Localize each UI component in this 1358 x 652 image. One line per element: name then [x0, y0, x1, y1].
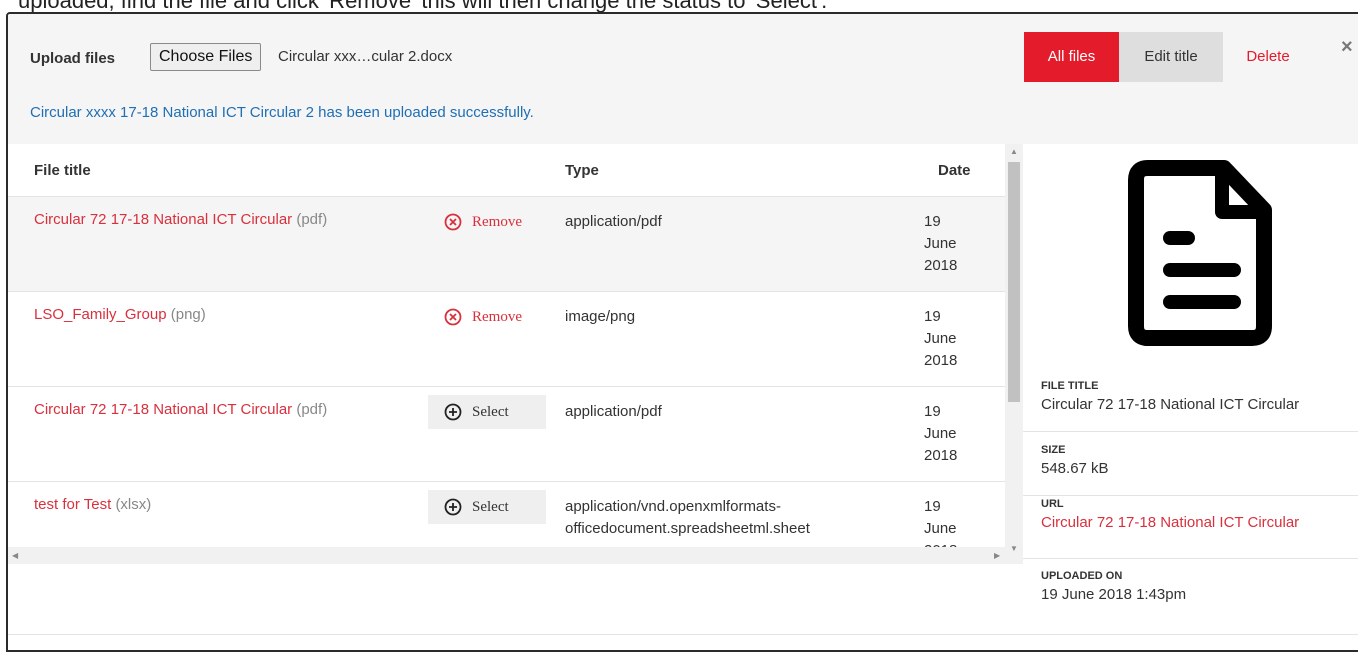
file-manager-modal: Upload files Choose Files Circular xxx…c…	[6, 12, 1358, 652]
tab-edit-title[interactable]: Edit title	[1119, 32, 1223, 82]
add-circle-icon	[444, 498, 462, 516]
file-table: File title Type Date Circular 72 17-18 N…	[8, 144, 1023, 564]
remove-button[interactable]: Remove	[428, 300, 546, 334]
column-header-date: Date	[938, 162, 971, 179]
column-header-title: File title	[34, 162, 91, 179]
choose-files-button[interactable]: Choose Files	[150, 43, 262, 71]
scroll-up-icon[interactable]: ▲	[1010, 147, 1018, 156]
table-body: Circular 72 17-18 National ICT Circular …	[8, 197, 1005, 547]
column-header-type: Type	[565, 162, 599, 179]
upload-files-label: Upload files	[30, 50, 116, 67]
modal-footer-divider	[8, 634, 1358, 635]
detail-uploaded-on: UPLOADED ON 19 June 2018 1:43pm	[1041, 570, 1187, 603]
file-title-link[interactable]: Circular 72 17-18 National ICT Circular …	[34, 401, 327, 418]
close-icon[interactable]: ×	[1341, 36, 1353, 59]
remove-circle-icon	[444, 308, 462, 326]
upload-toolbar: Upload files Choose Files Circular xxx…c…	[8, 14, 1358, 144]
table-header: File title Type Date	[8, 144, 1005, 197]
horizontal-scrollbar[interactable]: ◀ ▶	[8, 547, 1005, 564]
table-row[interactable]: LSO_Family_Group (png) Remove image/png …	[8, 292, 1005, 387]
scroll-left-icon[interactable]: ◀	[12, 551, 18, 560]
tab-delete[interactable]: Delete	[1223, 32, 1313, 82]
file-type: application/pdf	[565, 403, 662, 420]
vertical-scrollbar[interactable]: ▲ ▼	[1005, 144, 1023, 564]
select-button[interactable]: Select	[428, 395, 546, 429]
file-title-link[interactable]: Circular 72 17-18 National ICT Circular …	[34, 211, 327, 228]
file-detail-panel: FILE TITLE Circular 72 17-18 National IC…	[1023, 144, 1358, 650]
file-type: application/vnd.openxmlformats-officedoc…	[565, 498, 810, 537]
file-date: 19June2018	[924, 498, 957, 547]
scroll-right-icon[interactable]: ▶	[994, 551, 1000, 560]
file-title-link[interactable]: LSO_Family_Group (png)	[34, 306, 206, 323]
file-date: 19June2018	[924, 308, 958, 369]
scrollbar-thumb[interactable]	[1008, 162, 1020, 402]
upload-success-message: Circular xxxx 17-18 National ICT Circula…	[30, 104, 534, 121]
remove-button[interactable]: Remove	[428, 205, 546, 239]
file-date: 19June2018	[924, 403, 958, 464]
detail-size: SIZE 548.67 kB	[1041, 444, 1109, 477]
file-type: application/pdf	[565, 213, 662, 230]
chosen-file-name: Circular xxx…cular 2.docx	[278, 48, 453, 65]
scroll-down-icon[interactable]: ▼	[1010, 544, 1018, 553]
document-icon	[1128, 160, 1272, 346]
file-title-link[interactable]: test for Test (xlsx)	[34, 496, 151, 513]
detail-url: URL Circular 72 17-18 National ICT Circu…	[1041, 498, 1358, 531]
table-row[interactable]: Circular 72 17-18 National ICT Circular …	[8, 387, 1005, 482]
tab-all-files[interactable]: All files	[1024, 32, 1119, 82]
detail-url-link[interactable]: Circular 72 17-18 National ICT Circular	[1041, 514, 1358, 531]
select-button[interactable]: Select	[428, 490, 546, 524]
table-row[interactable]: test for Test (xlsx) Select application/…	[8, 482, 1005, 547]
remove-circle-icon	[444, 213, 462, 231]
file-type: image/png	[565, 308, 636, 325]
table-row[interactable]: Circular 72 17-18 National ICT Circular …	[8, 197, 1005, 292]
detail-file-title: FILE TITLE Circular 72 17-18 National IC…	[1041, 380, 1300, 413]
add-circle-icon	[444, 403, 462, 421]
file-date: 19June2018	[924, 213, 958, 274]
